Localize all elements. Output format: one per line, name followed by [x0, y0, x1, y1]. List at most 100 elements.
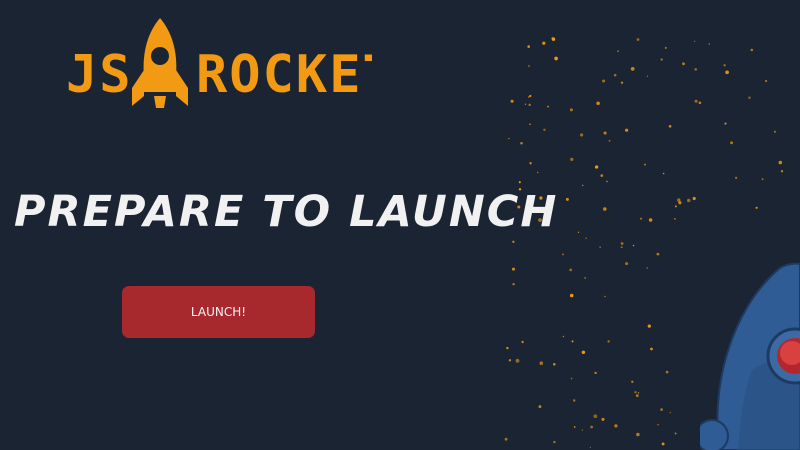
star-icon: [764, 79, 768, 83]
star-icon: [528, 65, 530, 67]
star-icon: [603, 207, 607, 211]
star-icon: [599, 246, 601, 248]
star-icon: [761, 178, 764, 181]
star-icon: [512, 240, 515, 243]
star-icon: [682, 62, 685, 66]
star-icon: [570, 157, 574, 162]
star-icon: [508, 359, 512, 362]
star-icon: [594, 371, 597, 375]
star-icon: [553, 440, 556, 444]
star-icon: [669, 411, 671, 414]
star-icon: [538, 405, 542, 409]
star-icon: [539, 361, 544, 365]
star-icon: [665, 370, 669, 374]
star-icon: [724, 122, 727, 125]
star-icon: [634, 391, 637, 394]
star-icon: [524, 103, 527, 105]
star-icon: [529, 94, 532, 98]
spaceship-illustration: [700, 262, 800, 450]
star-icon: [515, 358, 520, 363]
star-icon: [606, 180, 608, 183]
rocket-icon: [132, 18, 188, 108]
star-icon: [674, 432, 677, 435]
launch-button[interactable]: LAUNCH!: [122, 286, 315, 338]
page-headline: PREPARE TO LAUNCH: [14, 187, 559, 237]
star-icon: [569, 268, 573, 272]
star-icon: [571, 340, 574, 343]
star-icon: [632, 244, 635, 247]
star-icon: [511, 267, 516, 271]
star-icon: [593, 414, 598, 419]
star-icon: [565, 197, 569, 201]
star-icon: [600, 174, 604, 177]
star-icon: [631, 380, 634, 383]
star-icon: [608, 139, 611, 142]
star-icon: [543, 128, 546, 131]
star-icon: [529, 162, 532, 165]
star-icon: [674, 218, 676, 220]
star-icon: [660, 408, 663, 411]
star-icon: [640, 217, 643, 220]
star-icon: [589, 446, 592, 449]
star-icon: [508, 137, 510, 140]
star-icon: [661, 442, 665, 446]
star-icon: [554, 56, 558, 61]
star-icon: [780, 170, 784, 173]
star-icon: [620, 81, 624, 84]
star-icon: [755, 206, 758, 209]
star-icon: [551, 37, 556, 41]
star-icon: [694, 68, 697, 71]
star-icon: [573, 426, 576, 428]
star-icon: [529, 123, 531, 126]
star-icon: [603, 131, 607, 135]
star-icon: [735, 176, 738, 179]
star-icon: [601, 417, 605, 421]
star-icon: [581, 350, 586, 355]
star-icon: [547, 105, 550, 108]
star-icon: [617, 50, 619, 52]
landing-screen: JS ROCKET PREPARE TO LAUNCH LAUNCH!: [0, 0, 800, 450]
star-icon: [521, 340, 524, 344]
star-icon: [725, 70, 729, 75]
star-icon: [687, 198, 691, 203]
star-icon: [570, 377, 573, 380]
star-icon: [527, 96, 530, 98]
star-icon: [630, 67, 635, 71]
star-icon: [569, 108, 573, 112]
star-icon: [750, 48, 754, 52]
star-icon: [778, 160, 783, 165]
star-icon: [646, 75, 649, 77]
star-icon: [647, 324, 651, 328]
star-icon: [569, 293, 574, 298]
star-icon: [602, 79, 606, 83]
star-icon: [594, 165, 599, 169]
star-icon: [708, 43, 711, 45]
star-icon: [698, 101, 702, 105]
star-icon: [668, 124, 672, 128]
star-icon: [581, 429, 583, 431]
star-icon: [644, 163, 646, 166]
logo-text-js: JS: [66, 45, 133, 105]
star-icon: [692, 196, 696, 201]
star-icon: [504, 437, 508, 441]
star-icon: [512, 283, 515, 286]
star-icon: [662, 172, 665, 175]
star-icon: [635, 394, 639, 397]
js-rocket-logo: JS ROCKET: [66, 18, 372, 108]
star-icon: [646, 267, 648, 269]
star-icon: [656, 252, 660, 256]
star-icon: [528, 103, 531, 107]
star-icon: [552, 362, 556, 366]
star-icon: [506, 346, 509, 350]
star-icon: [694, 99, 698, 103]
logo-text-rocket: ROCKET: [196, 45, 372, 105]
star-icon: [536, 171, 539, 174]
star-icon: [585, 237, 587, 239]
star-icon: [562, 335, 565, 338]
star-icon: [723, 64, 726, 67]
star-icon: [773, 130, 776, 133]
star-icon: [624, 128, 629, 132]
star-icon: [520, 142, 523, 145]
star-icon: [636, 38, 640, 41]
star-icon: [561, 253, 565, 256]
